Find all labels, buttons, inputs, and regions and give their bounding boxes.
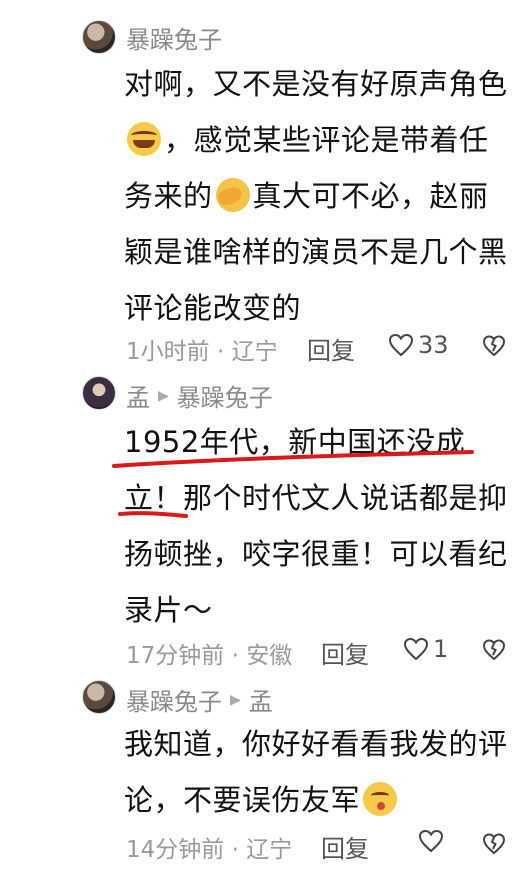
text-line: 扬顿挫，咬字很重！可以看纪 — [124, 537, 508, 571]
location: 辽宁 — [246, 837, 293, 863]
text-line: 颖是谁啥样的演员不是几个黑 — [124, 235, 508, 269]
avatar[interactable] — [82, 376, 116, 410]
timestamp: 14分钟前 — [126, 837, 225, 863]
text-line: 录片～ — [124, 593, 213, 627]
text-line: 论，不要误伤友军 — [124, 772, 514, 828]
broken-heart-outline-icon[interactable] — [482, 832, 506, 856]
text-line: 务来的 真大可不必，赵丽 — [124, 178, 489, 213]
author-name[interactable]: 孟 — [126, 378, 150, 413]
reply-button[interactable]: 回复 — [307, 331, 355, 366]
broken-heart-outline-icon[interactable] — [482, 638, 506, 662]
grinning-sweat-emoji-icon — [127, 122, 161, 156]
broken-heart-outline-icon[interactable] — [482, 334, 506, 358]
like-button[interactable] — [418, 829, 448, 853]
red-underline-annotation — [112, 450, 474, 518]
facepalm-emoji-icon — [215, 178, 250, 212]
text-line: 对啊，又不是没有好原声角色 — [124, 67, 508, 101]
comment-meta: 14分钟前 · 辽宁 — [126, 837, 293, 863]
text-line: 我知道，你好好看看我发的评 — [124, 727, 508, 761]
like-button[interactable]: 1 — [403, 635, 448, 663]
comment-author[interactable]: 暴躁兔子 ▶ 孟 — [126, 682, 273, 717]
heart-outline-icon — [418, 829, 444, 853]
comment-author[interactable]: 暴躁兔子 — [126, 20, 222, 55]
text-line: ，感觉某些评论是带着任 — [124, 112, 514, 168]
author-name[interactable]: 暴躁兔子 — [126, 20, 222, 55]
timestamp: 1小时前 — [126, 339, 210, 365]
reply-to-name[interactable]: 暴躁兔子 — [177, 378, 273, 413]
author-name[interactable]: 暴躁兔子 — [126, 682, 222, 717]
like-button[interactable]: 33 — [388, 331, 449, 359]
like-count: 1 — [433, 635, 449, 663]
kiss-emoji-icon — [363, 782, 398, 816]
timestamp: 17分钟前 — [126, 643, 225, 669]
comment-meta: 17分钟前 · 安徽 — [126, 643, 293, 669]
location: 辽宁 — [231, 339, 278, 365]
heart-outline-icon — [403, 637, 429, 661]
avatar[interactable] — [82, 20, 116, 54]
comment-author[interactable]: 孟 ▶ 暴躁兔子 — [126, 378, 273, 413]
comment-text: 对啊，又不是没有好原声角色 ，感觉某些评论是带着任 务来的 真大可不必，赵丽 颖是… — [124, 56, 514, 336]
heart-outline-icon — [388, 333, 414, 357]
triangle-right-icon: ▶ — [158, 387, 169, 404]
triangle-right-icon: ▶ — [230, 691, 241, 708]
reply-button[interactable]: 回复 — [321, 829, 369, 864]
reply-to-name[interactable]: 孟 — [249, 682, 273, 717]
text-line: 评论能改变的 — [124, 291, 302, 325]
like-count: 33 — [418, 331, 449, 359]
comment-meta: 1小时前 · 辽宁 — [126, 339, 278, 365]
comment-text: 我知道，你好好看看我发的评 论，不要误伤友军 — [124, 716, 514, 828]
location: 安徽 — [246, 643, 293, 669]
reply-button[interactable]: 回复 — [321, 635, 369, 670]
avatar[interactable] — [82, 680, 116, 714]
